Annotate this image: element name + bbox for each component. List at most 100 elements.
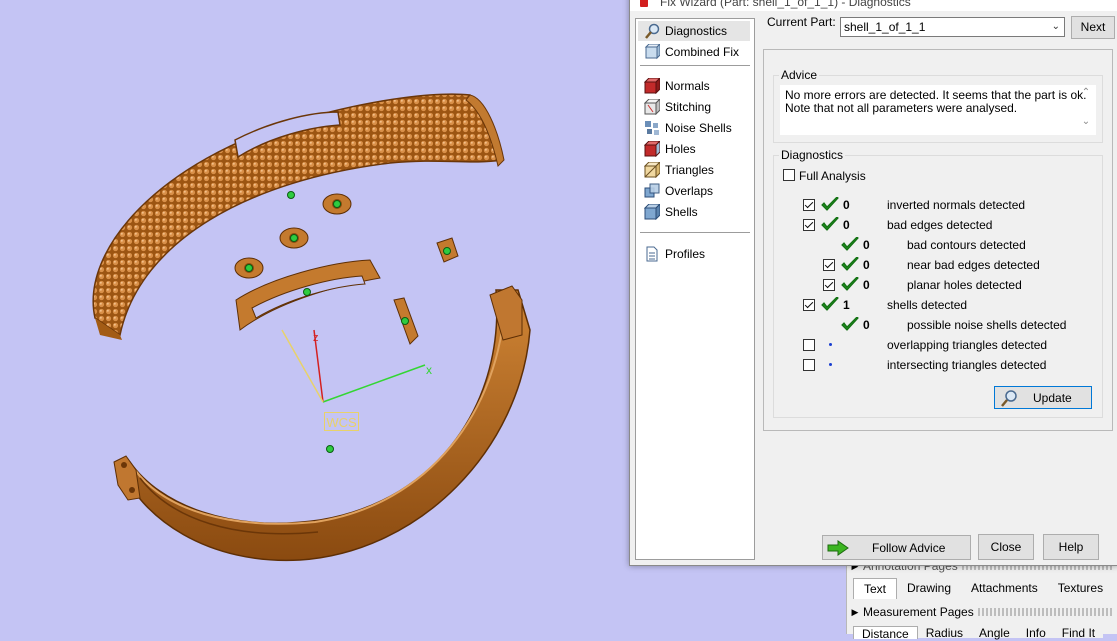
green-check-icon <box>821 217 839 231</box>
full-analysis-label: Full Analysis <box>799 169 866 183</box>
update-button[interactable]: Update <box>994 386 1092 409</box>
diag-count: 0 <box>843 218 850 232</box>
tab-radius[interactable]: Radius <box>917 626 972 640</box>
noise-shells-icon <box>644 120 660 136</box>
diag-row-checkbox[interactable] <box>803 339 815 351</box>
wizard-nav-list: Diagnostics Combined Fix Normals Stitchi… <box>635 18 755 560</box>
diag-count: 0 <box>863 258 870 272</box>
tab-drawing[interactable]: Drawing <box>897 578 962 598</box>
diag-row-label: possible noise shells detected <box>907 318 1067 332</box>
diag-count: 1 <box>843 298 850 312</box>
triangles-cube-icon <box>643 160 662 179</box>
window-title: Fix Wizard (Part: shell_1_of_1_1) - Diag… <box>660 0 911 9</box>
measurement-pages-header[interactable]: ▶ Measurement Pages <box>847 602 1117 622</box>
diag-row-checkbox[interactable] <box>823 259 835 271</box>
nav-item-noise-shells[interactable]: Noise Shells <box>638 118 750 138</box>
tab-distance[interactable]: Distance <box>853 626 918 641</box>
diag-row-label: near bad edges detected <box>907 258 1040 272</box>
nav-item-shells[interactable]: Shells <box>638 202 750 222</box>
bottom-ring-part[interactable] <box>113 285 531 562</box>
advice-scrollbar[interactable]: ⌃ ⌄ <box>1078 87 1094 134</box>
pending-dot-icon <box>829 363 832 366</box>
close-button[interactable]: Close <box>978 534 1034 560</box>
nav-separator <box>640 65 750 66</box>
follow-advice-button[interactable]: Follow Advice <box>822 535 971 560</box>
diagnostics-title: Diagnostics <box>779 148 846 162</box>
nav-item-combined-fix[interactable]: Combined Fix <box>638 42 750 62</box>
advice-text: No more errors are detected. It seems th… <box>780 85 1096 135</box>
diag-row-checkbox[interactable] <box>823 279 835 291</box>
nav-label: Shells <box>665 205 698 219</box>
follow-advice-label: Follow Advice <box>872 541 946 555</box>
diag-count: 0 <box>863 238 870 252</box>
diag-count: 0 <box>863 278 870 292</box>
advice-line-2: Note that not all parameters were analys… <box>785 101 1018 115</box>
nav-label: Stitching <box>665 100 712 114</box>
green-check-icon <box>841 237 859 251</box>
green-check-icon <box>841 257 859 271</box>
advice-title: Advice <box>779 68 820 82</box>
scroll-down-icon[interactable]: ⌄ <box>1078 116 1094 127</box>
document-icon <box>644 246 660 262</box>
magnifier-icon <box>1001 390 1017 407</box>
app-icon <box>640 0 648 7</box>
green-arrow-icon <box>827 540 849 556</box>
update-label: Update <box>1033 391 1072 405</box>
current-part-label: Current Part: <box>767 15 836 29</box>
nav-item-normals[interactable]: Normals <box>638 76 750 96</box>
nav-label: Noise Shells <box>665 121 732 135</box>
overlaps-icon <box>644 183 660 199</box>
nav-label: Profiles <box>665 247 706 261</box>
nav-item-overlaps[interactable]: Overlaps <box>638 181 750 201</box>
tab-text[interactable]: Text <box>853 578 898 599</box>
chevron-down-icon: ⌄ <box>1051 21 1060 32</box>
nav-label: Combined Fix <box>665 45 740 59</box>
clasp-parts[interactable] <box>234 193 459 345</box>
diag-row-label: intersecting triangles detected <box>887 358 1047 372</box>
top-ring-part[interactable] <box>92 93 505 340</box>
title-bar[interactable]: Fix Wizard (Part: shell_1_of_1_1) - Diag… <box>630 0 1117 11</box>
help-button[interactable]: Help <box>1043 534 1099 560</box>
current-part-value: shell_1_of_1_1 <box>844 20 926 34</box>
tab-attachments[interactable]: Attachments <box>961 578 1048 598</box>
holes-cube-icon <box>643 139 662 158</box>
measurement-pages-label: Measurement Pages <box>863 605 974 619</box>
nav-item-triangles[interactable]: Triangles <box>638 160 750 180</box>
next-button[interactable]: Next <box>1071 16 1115 39</box>
green-check-icon <box>821 197 839 211</box>
scroll-up-icon[interactable]: ⌃ <box>1078 87 1094 98</box>
tab-angle[interactable]: Angle <box>971 626 1018 640</box>
magnifier-icon <box>644 23 660 39</box>
tab-textures[interactable]: Textures <box>1047 578 1114 598</box>
current-part-select[interactable]: shell_1_of_1_1 ⌄ <box>840 17 1065 37</box>
nav-label: Normals <box>665 79 710 93</box>
nav-item-profiles[interactable]: Profiles <box>638 244 750 264</box>
diag-row-checkbox[interactable] <box>803 299 815 311</box>
tab-find-it[interactable]: Find It <box>1053 626 1104 640</box>
nav-item-holes[interactable]: Holes <box>638 139 750 159</box>
combined-fix-icon <box>644 42 662 60</box>
diag-count: 0 <box>843 198 850 212</box>
diag-row-checkbox[interactable] <box>803 199 815 211</box>
diag-row-checkbox[interactable] <box>803 359 815 371</box>
diag-row-label: overlapping triangles detected <box>887 338 1048 352</box>
diag-row-label: planar holes detected <box>907 278 1022 292</box>
stitching-cube-icon <box>643 97 662 116</box>
diag-row-checkbox[interactable] <box>803 219 815 231</box>
nav-separator <box>640 232 750 233</box>
diag-row-label: bad contours detected <box>907 238 1026 252</box>
nav-item-stitching[interactable]: Stitching <box>638 97 750 117</box>
full-analysis-checkbox[interactable] <box>783 169 795 181</box>
pending-dot-icon <box>829 343 832 346</box>
diag-row-label: inverted normals detected <box>887 198 1026 212</box>
green-check-icon <box>821 297 839 311</box>
wcs-label: WCS <box>324 412 359 431</box>
nav-label: Triangles <box>665 163 714 177</box>
axis-z-label: z <box>313 332 319 344</box>
axis-x-label: x <box>426 363 432 377</box>
normals-cube-icon <box>643 76 662 95</box>
annotation-tabs: Text Drawing Attachments Textures <box>853 578 1114 599</box>
tab-info[interactable]: Info <box>1017 626 1054 640</box>
shells-cube-icon <box>643 202 662 221</box>
nav-item-diagnostics[interactable]: Diagnostics <box>638 21 750 41</box>
